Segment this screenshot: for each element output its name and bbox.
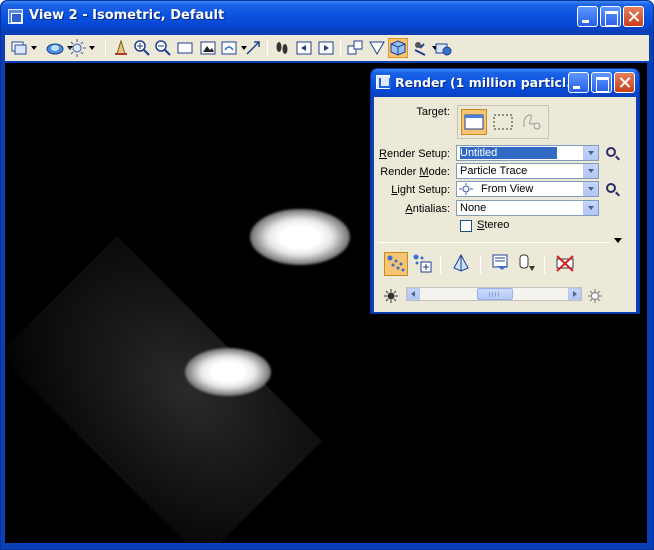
view-attributes-icon[interactable] (9, 38, 37, 58)
light-manager-button[interactable] (515, 252, 539, 276)
slider-thumb[interactable] (477, 288, 513, 300)
dialog-close-button[interactable] (614, 72, 635, 93)
next-view-icon[interactable] (316, 38, 336, 58)
zoom-out-icon[interactable] (153, 38, 173, 58)
target-selector (457, 105, 549, 139)
render-dialog-titlebar[interactable]: Render (1 million particl... (371, 69, 639, 97)
antialias-select[interactable]: None (456, 200, 599, 216)
walk-icon[interactable] (272, 38, 292, 58)
pan-view-icon[interactable] (243, 38, 263, 58)
bright-sun-icon (588, 289, 602, 303)
previous-view-icon[interactable] (294, 38, 314, 58)
render-cube-icon[interactable] (388, 38, 408, 58)
antialias-label: Antialias: (405, 203, 450, 215)
view-toolbar (5, 35, 649, 61)
target-view-button[interactable] (461, 109, 487, 135)
view-tools-icon[interactable] (410, 38, 438, 58)
render-setup-dropdown-arrow[interactable] (583, 146, 598, 160)
dialog-divider (378, 242, 610, 243)
render-dialog-title: Render (1 million particl... (395, 75, 581, 90)
render-mode-dropdown-arrow[interactable] (583, 164, 598, 178)
dark-sun-icon (384, 289, 398, 303)
dialog-minimize-button[interactable] (568, 72, 589, 93)
fit-view-icon[interactable] (198, 38, 218, 58)
render-setup-select[interactable]: Untitled (456, 145, 599, 161)
dialog-maximize-button[interactable] (591, 72, 612, 93)
minimize-button[interactable] (577, 6, 598, 27)
view-titlebar[interactable]: View 2 - Isometric, Default (1, 1, 653, 31)
camera-pyramid-button[interactable] (450, 252, 474, 276)
render-mode-label: Render Mode: (380, 166, 450, 178)
light-setup-select[interactable]: From View (456, 181, 599, 197)
render-mode-select[interactable]: Particle Trace (456, 163, 599, 179)
close-button[interactable] (623, 6, 644, 27)
lighting-icon[interactable] (67, 38, 95, 58)
render-button[interactable] (384, 252, 408, 276)
light-glow-lower (185, 348, 271, 396)
render-settings-button[interactable] (411, 252, 435, 276)
light-glow-upper (250, 209, 350, 265)
window-area-icon[interactable] (175, 38, 195, 58)
stereo-checkbox[interactable] (460, 220, 472, 232)
target-element-button[interactable] (519, 109, 545, 135)
camera-icon[interactable] (433, 38, 453, 58)
floor-plane (5, 236, 322, 543)
render-dialog-icon[interactable] (376, 75, 391, 89)
render-setup-label: Render Setup: (379, 148, 450, 160)
light-setup-label: Light Setup: (391, 184, 450, 196)
zoom-in-icon[interactable] (132, 38, 152, 58)
slider-left-arrow[interactable] (407, 288, 420, 300)
render-dialog: Render (1 million particl... Target: Ren… (370, 68, 640, 314)
stereo-label[interactable]: Stereo (477, 219, 509, 231)
rotate-view-icon[interactable] (219, 38, 247, 58)
update-view-icon[interactable] (111, 38, 131, 58)
maximize-button[interactable] (600, 6, 621, 27)
sun-icon (459, 183, 473, 195)
display-style-icon[interactable] (45, 38, 73, 58)
clear-render-button[interactable] (554, 252, 578, 276)
target-fence-button[interactable] (490, 109, 516, 135)
expand-dialog-arrow-icon[interactable] (614, 238, 622, 243)
view-title: View 2 - Isometric, Default (29, 8, 225, 23)
slider-right-arrow[interactable] (568, 288, 581, 300)
render-setup-magnifier-icon[interactable] (606, 147, 616, 157)
light-setup-magnifier-icon[interactable] (606, 183, 616, 193)
render-dialog-body: Target: Render Setup: Untitled Render Mo… (374, 97, 636, 312)
save-image-button[interactable] (489, 252, 513, 276)
view-window-icon[interactable] (8, 9, 23, 24)
copy-view-icon[interactable] (345, 38, 365, 58)
clip-volume-icon[interactable] (367, 38, 395, 58)
brightness-slider[interactable] (406, 287, 582, 301)
antialias-dropdown-arrow[interactable] (583, 201, 598, 215)
light-setup-dropdown-arrow[interactable] (583, 182, 598, 196)
target-label: Target: (416, 106, 450, 118)
